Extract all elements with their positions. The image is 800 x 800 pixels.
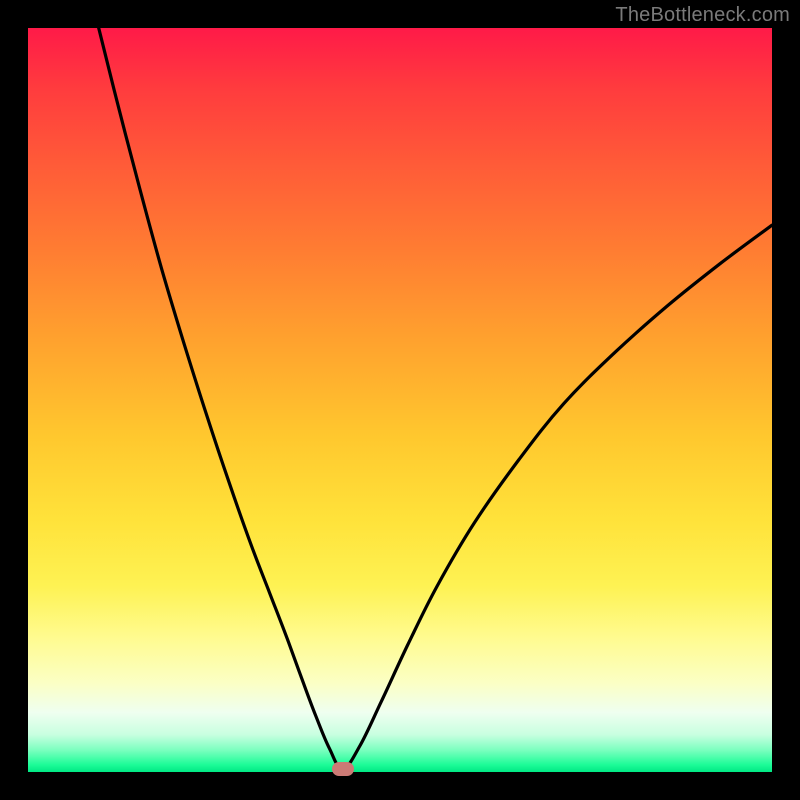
plot-area	[28, 28, 772, 772]
bottleneck-curve	[99, 28, 772, 769]
curve-svg	[28, 28, 772, 772]
chart-frame: TheBottleneck.com	[0, 0, 800, 800]
min-marker	[332, 762, 354, 776]
watermark-text: TheBottleneck.com	[615, 4, 790, 27]
